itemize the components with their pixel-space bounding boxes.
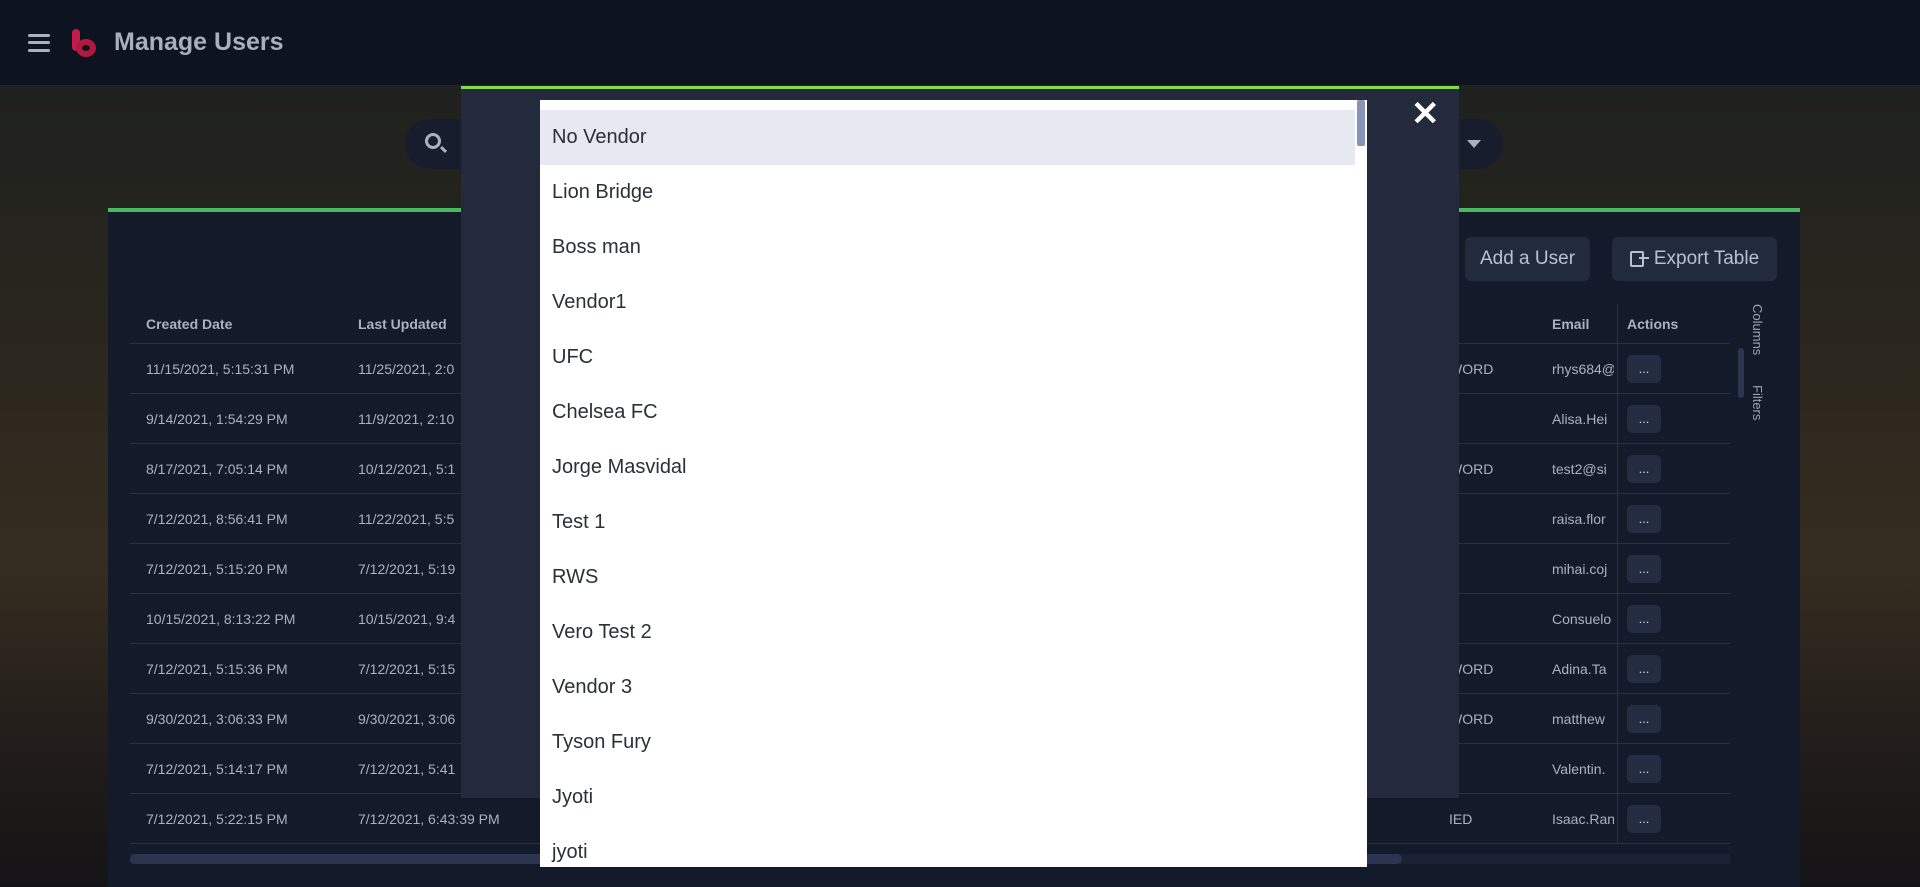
row-actions-button[interactable]: ... xyxy=(1627,704,1661,733)
cell-actions: ... xyxy=(1627,504,1661,533)
dropdown-option[interactable]: UFC xyxy=(540,330,1355,385)
cell-last-updated: 11/25/2021, 2:0 xyxy=(358,360,455,377)
cell-actions: ... xyxy=(1627,654,1661,683)
dropdown-option[interactable]: Vendor 3 xyxy=(540,660,1355,715)
dropdown-option[interactable]: Boss man xyxy=(540,220,1355,275)
dropdown-scrollbar[interactable] xyxy=(1355,100,1367,867)
cell-role: IED xyxy=(1449,810,1473,827)
dropdown-option[interactable]: RWS xyxy=(540,550,1355,605)
cell-last-updated: 7/12/2021, 5:41 xyxy=(358,760,456,777)
top-bar: Manage Users xyxy=(0,0,1920,86)
cell-created-date: 7/12/2021, 8:56:41 PM xyxy=(146,510,288,527)
dropdown-option[interactable]: No Vendor xyxy=(540,110,1355,165)
export-table-button[interactable]: Export Table xyxy=(1612,237,1777,281)
cell-last-updated: 9/30/2021, 3:06 xyxy=(358,710,456,727)
row-actions-button[interactable]: ... xyxy=(1627,454,1661,483)
vendor-dropdown-list[interactable]: No Vendor Lion Bridge Boss man Vendor1 UFC Ch… xyxy=(540,100,1355,867)
cell-actions: ... xyxy=(1627,604,1661,633)
row-actions-button[interactable]: ... xyxy=(1627,504,1661,533)
dropdown-option[interactable]: Lion Bridge xyxy=(540,165,1355,220)
header-actions: Actions xyxy=(1627,315,1679,332)
cell-email: Adina.Ta xyxy=(1552,660,1607,677)
page-title: Manage Users xyxy=(114,28,284,56)
cell-created-date: 7/12/2021, 5:15:20 PM xyxy=(146,560,288,577)
cell-created-date: 10/15/2021, 8:13:22 PM xyxy=(146,610,296,627)
cell-actions: ... xyxy=(1627,704,1661,733)
cell-created-date: 7/12/2021, 5:15:36 PM xyxy=(146,660,288,677)
cell-email: raisa.flor xyxy=(1552,510,1606,527)
cell-created-date: 7/12/2021, 5:22:15 PM xyxy=(146,810,288,827)
dropdown-option[interactable]: Vendor1 xyxy=(540,275,1355,330)
cell-last-updated: 10/15/2021, 9:4 xyxy=(358,610,456,627)
export-icon xyxy=(1629,251,1649,267)
cell-email: mihai.coj xyxy=(1552,560,1608,577)
cell-actions: ... xyxy=(1627,454,1661,483)
cell-email: Consuelo xyxy=(1552,610,1612,627)
chevron-down-icon[interactable] xyxy=(1467,140,1481,148)
close-icon[interactable]: ✕ xyxy=(1411,97,1440,131)
row-actions-button[interactable]: ... xyxy=(1627,654,1661,683)
dropdown-option[interactable]: Chelsea FC xyxy=(540,385,1355,440)
cell-last-updated: 11/9/2021, 2:10 xyxy=(358,410,455,427)
columns-tab[interactable]: Columns xyxy=(1750,304,1765,355)
cell-actions: ... xyxy=(1627,754,1661,783)
cell-email: Valentin. xyxy=(1552,760,1606,777)
table-vertical-scrollbar[interactable] xyxy=(1738,348,1744,398)
filters-tab[interactable]: Filters xyxy=(1750,385,1765,420)
add-user-button[interactable]: Add a User xyxy=(1465,237,1590,281)
row-actions-button[interactable]: ... xyxy=(1627,354,1661,383)
add-user-label: Add a User xyxy=(1479,248,1576,269)
row-actions-button[interactable]: ... xyxy=(1627,404,1661,433)
menu-icon[interactable] xyxy=(28,33,50,52)
side-tabs: Columns Filters xyxy=(1750,304,1772,451)
cell-actions: ... xyxy=(1627,404,1661,433)
cell-actions: ... xyxy=(1627,354,1661,383)
row-actions-button[interactable]: ... xyxy=(1627,754,1661,783)
cell-email: test2@si xyxy=(1552,460,1607,477)
export-table-label: Export Table xyxy=(1653,248,1760,269)
cell-email: matthew xyxy=(1552,710,1605,727)
cell-last-updated: 7/12/2021, 5:15 xyxy=(358,660,456,677)
cell-email: Isaac.Ran xyxy=(1552,810,1614,827)
cell-created-date: 9/30/2021, 3:06:33 PM xyxy=(146,710,288,727)
dropdown-scroll-thumb[interactable] xyxy=(1357,100,1365,146)
search-icon xyxy=(425,133,441,149)
cell-created-date: 11/15/2021, 5:15:31 PM xyxy=(146,360,295,377)
cell-created-date: 7/12/2021, 5:14:17 PM xyxy=(146,760,288,777)
dropdown-option[interactable]: Tyson Fury xyxy=(540,715,1355,770)
cell-last-updated: 7/12/2021, 5:19 xyxy=(358,560,456,577)
row-actions-button[interactable]: ... xyxy=(1627,554,1661,583)
logo-icon xyxy=(70,27,100,59)
dropdown-option[interactable]: jyoti xyxy=(540,825,1355,867)
header-email[interactable]: Email xyxy=(1552,316,1614,332)
cell-actions: ... xyxy=(1627,554,1661,583)
cell-email: rhys684@ xyxy=(1552,360,1614,377)
cell-last-updated: 10/12/2021, 5:1 xyxy=(358,460,456,477)
cell-created-date: 8/17/2021, 7:05:14 PM xyxy=(146,460,288,477)
header-last-updated[interactable]: Last Updated xyxy=(358,316,447,332)
dropdown-option[interactable]: Jorge Masvidal xyxy=(540,440,1355,495)
cell-actions: ... xyxy=(1627,804,1661,833)
cell-last-updated: 11/22/2021, 5:5 xyxy=(358,510,455,527)
row-actions-button[interactable]: ... xyxy=(1627,804,1661,833)
cell-last-updated: 7/12/2021, 6:43:39 PM xyxy=(358,810,500,827)
dropdown-option[interactable]: Jyoti xyxy=(540,770,1355,825)
row-actions-button[interactable]: ... xyxy=(1627,604,1661,633)
dropdown-option[interactable]: Vero Test 2 xyxy=(540,605,1355,660)
column-divider xyxy=(1617,304,1618,844)
cell-email: Alisa.Hei xyxy=(1552,410,1608,427)
header-created-date[interactable]: Created Date xyxy=(146,316,232,332)
dropdown-option[interactable]: Test 1 xyxy=(540,495,1355,550)
cell-created-date: 9/14/2021, 1:54:29 PM xyxy=(146,410,288,427)
